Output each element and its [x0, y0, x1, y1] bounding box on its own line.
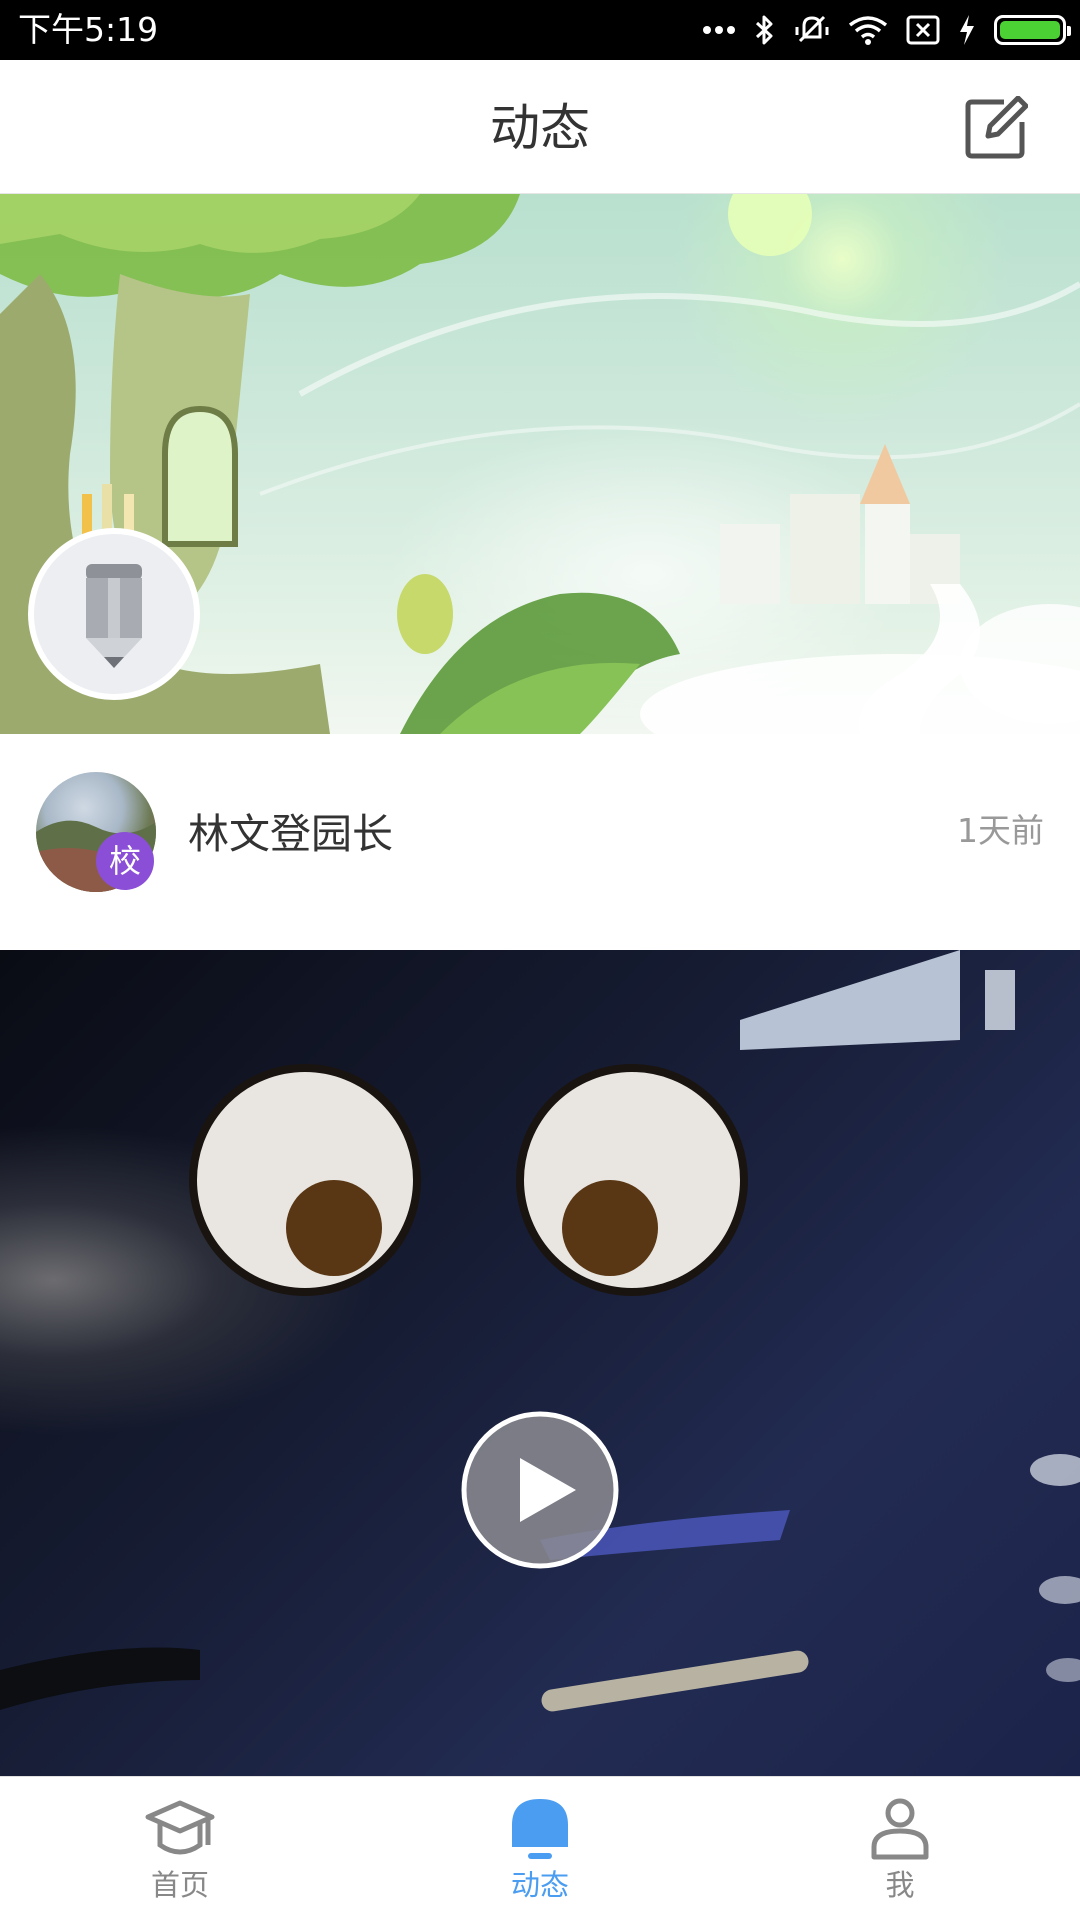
- bell-icon: [512, 1799, 568, 1859]
- post-header[interactable]: 校 林文登园长 1天前: [0, 734, 1080, 950]
- battery-level: [1000, 21, 1060, 39]
- more-dots-icon: [702, 25, 736, 35]
- video-frame: [0, 950, 1080, 1712]
- cover-banner[interactable]: [0, 194, 1080, 734]
- bottom-nav: 首页 动态 我: [0, 1776, 1080, 1920]
- bluetooth-icon: [754, 14, 776, 46]
- charging-icon: [958, 14, 976, 46]
- status-time: 下午5:19: [18, 10, 159, 49]
- nav-item-me[interactable]: 我: [720, 1777, 1080, 1920]
- battery-icon: [994, 15, 1071, 45]
- nav-item-home[interactable]: 首页: [0, 1777, 360, 1920]
- school-badge: 校: [96, 832, 154, 890]
- pencil-icon: [86, 564, 142, 668]
- edit-icon: [965, 95, 1029, 159]
- video-thumbnail[interactable]: [0, 950, 1080, 1776]
- author-name[interactable]: 林文登园长: [188, 808, 393, 860]
- post-time: 1天前: [957, 811, 1044, 850]
- profile-avatar[interactable]: [28, 528, 200, 700]
- status-icons: [702, 10, 1071, 50]
- app-header: 动态: [0, 60, 1080, 194]
- nav-item-feed[interactable]: 动态: [360, 1777, 720, 1920]
- nav-label-me: 我: [885, 1868, 915, 1902]
- play-button[interactable]: [460, 1410, 620, 1570]
- person-icon: [871, 1798, 929, 1860]
- play-icon: [461, 1411, 619, 1569]
- graduation-cap-icon: [145, 1800, 215, 1855]
- status-bar: 下午5:19: [0, 0, 1080, 60]
- page-title: 动态: [490, 99, 590, 157]
- compose-button[interactable]: [964, 95, 1029, 160]
- nav-label-feed: 动态: [510, 1868, 569, 1902]
- no-sim-icon: [906, 15, 940, 45]
- wifi-icon: [848, 15, 888, 45]
- mute-vibrate-icon: [794, 13, 830, 47]
- nav-label-home: 首页: [150, 1868, 209, 1902]
